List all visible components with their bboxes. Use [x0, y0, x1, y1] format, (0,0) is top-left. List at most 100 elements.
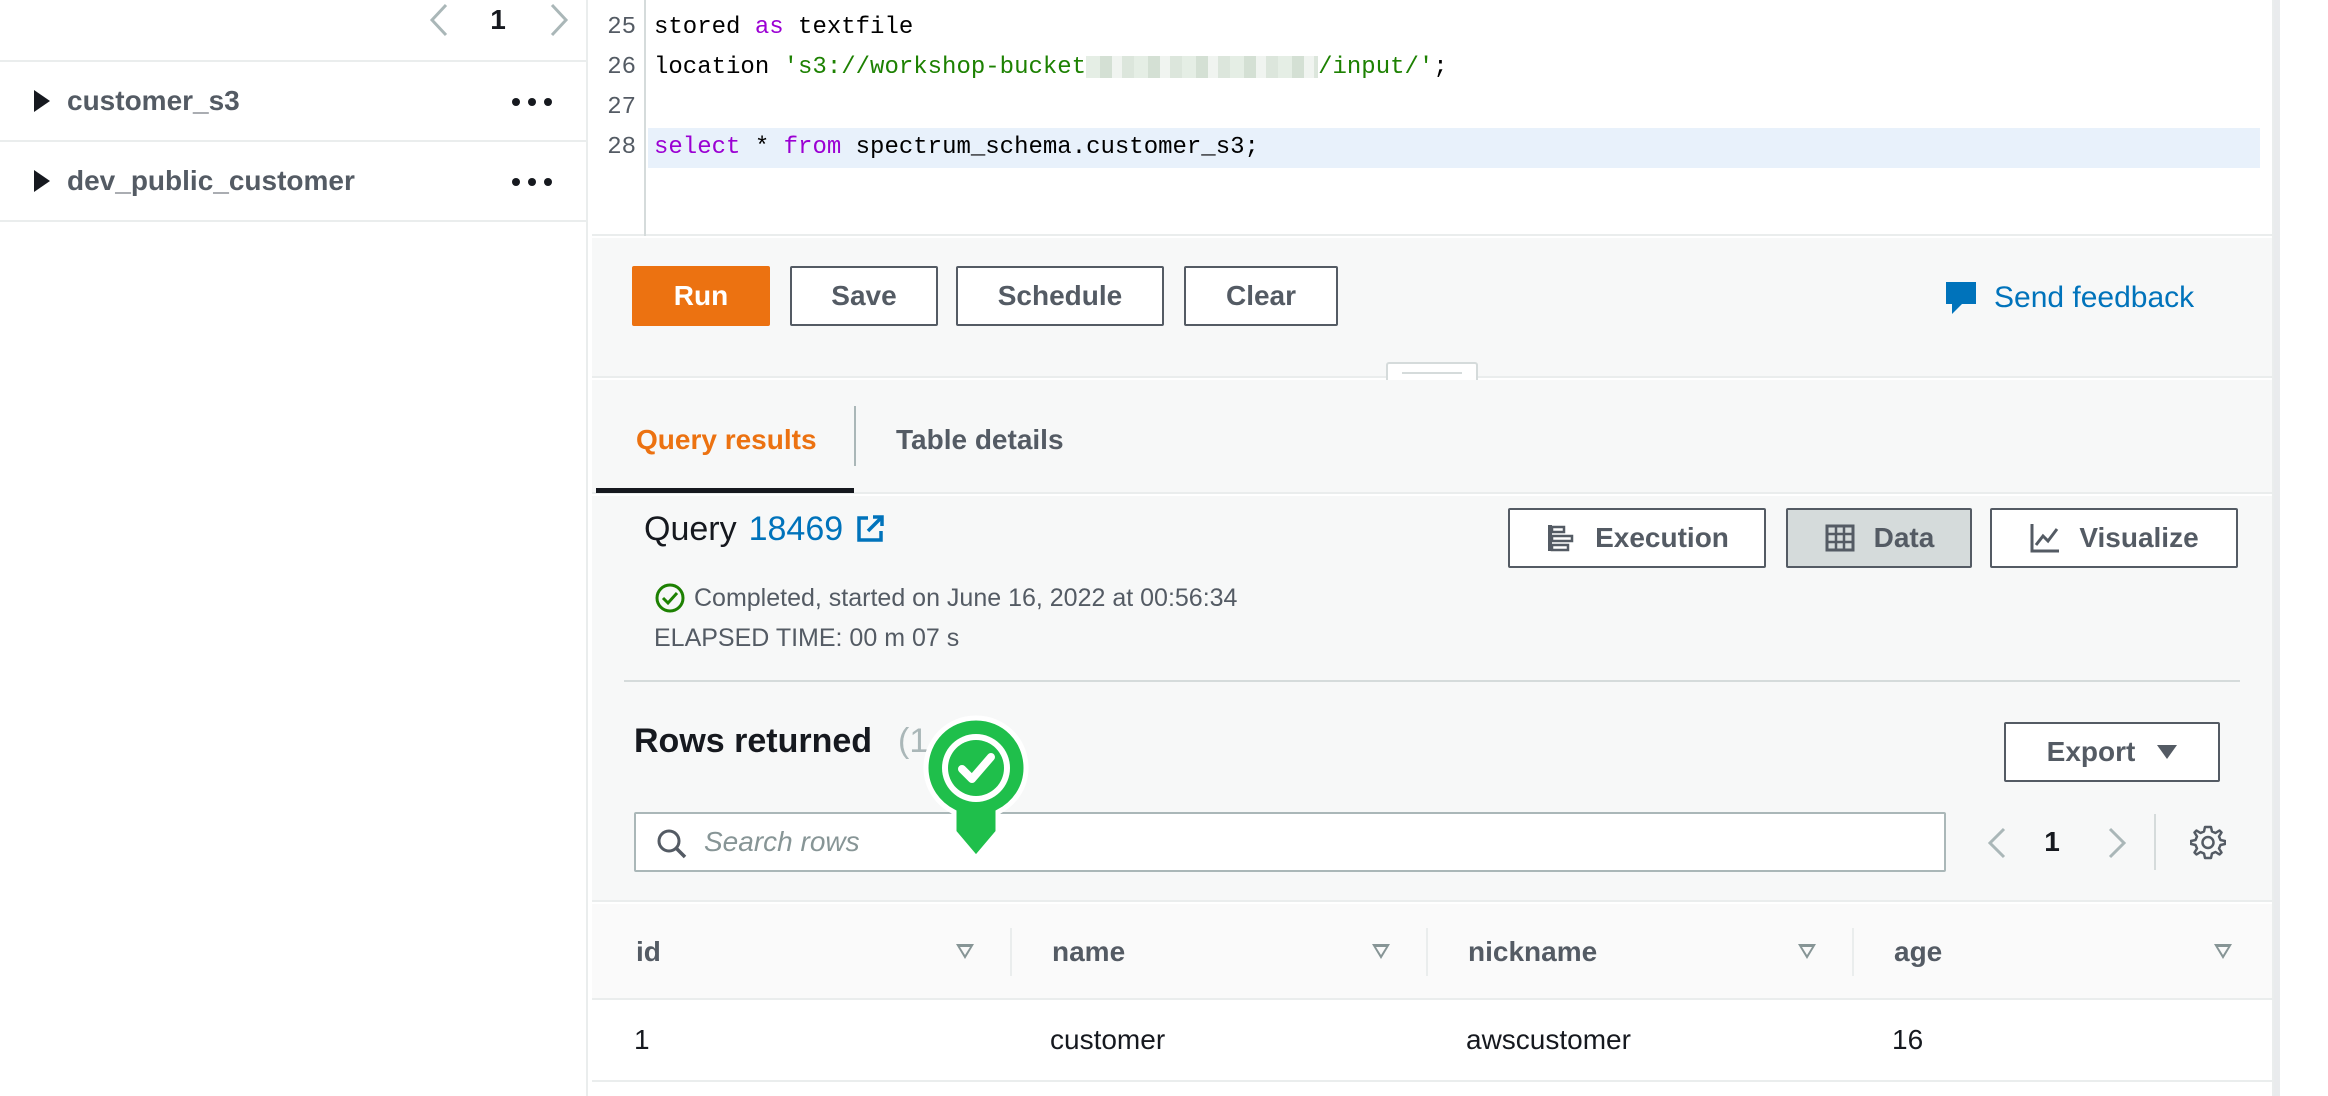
code-line[interactable]: 26 location 's3://workshop-bucket/input/'… — [592, 48, 2262, 88]
sql-text: spectrum_schema.customer_s3; — [841, 134, 1259, 161]
line-number: 28 — [607, 134, 636, 161]
line-number: 25 — [607, 14, 636, 41]
cell-age: 16 — [1892, 1024, 1924, 1055]
divider — [2154, 814, 2156, 870]
caret-right-icon[interactable] — [34, 170, 50, 192]
chevron-left-icon[interactable] — [1982, 826, 2012, 860]
settings-gear-icon[interactable] — [2190, 824, 2226, 860]
column-header-age[interactable]: age — [1894, 932, 1942, 972]
sql-text: * — [740, 134, 784, 161]
column-header-name[interactable]: name — [1052, 932, 1125, 972]
caret-right-icon[interactable] — [34, 90, 50, 112]
query-status-text: Completed, started on June 16, 2022 at 0… — [694, 583, 1238, 612]
sql-editor[interactable]: 25 stored as textfile 26 location 's3://wor… — [592, 0, 2272, 236]
column-resizer[interactable] — [1426, 928, 1428, 976]
query-summary: Query 18469 Completed, started on June 1… — [592, 496, 2272, 682]
sql-text: ; — [1433, 54, 1448, 81]
table-name[interactable]: customer_s3 — [67, 82, 240, 120]
search-rows-field[interactable] — [634, 812, 1946, 872]
search-rows-input[interactable] — [704, 822, 1924, 862]
visualize-view-button[interactable]: Visualize — [1990, 508, 2238, 568]
sidebar: 1 customer_s3 dev_public_customer — [0, 0, 588, 1096]
tab-table-details[interactable]: Table details — [896, 420, 1064, 460]
active-tab-underline — [596, 488, 854, 493]
chevron-left-icon[interactable] — [424, 2, 454, 38]
vertical-scrollbar[interactable] — [2272, 0, 2328, 1096]
cell-name: customer — [1050, 1024, 1166, 1055]
data-view-button[interactable]: Data — [1786, 508, 1972, 568]
results-table: id name nickname age 1 customer awscusto… — [592, 904, 2272, 1096]
sidebar-pager: 1 — [0, 0, 586, 62]
query-title-label: Query — [644, 510, 737, 548]
feedback-icon — [1946, 282, 1976, 314]
export-button[interactable]: Export — [2004, 722, 2220, 782]
visualize-label[interactable]: Visualize — [2079, 522, 2198, 554]
search-icon — [657, 829, 687, 859]
sort-icon[interactable] — [956, 944, 974, 959]
more-actions-icon[interactable] — [512, 86, 552, 118]
tab-divider — [854, 406, 856, 466]
sort-icon[interactable] — [1798, 944, 1816, 959]
execution-view-button[interactable]: Execution — [1508, 508, 1766, 568]
elapsed-time: ELAPSED TIME: 00 m 07 s — [654, 624, 960, 652]
sql-text: stored — [654, 14, 755, 41]
schedule-button[interactable]: Schedule — [956, 266, 1164, 326]
send-feedback-label[interactable]: Send feedback — [1994, 281, 2194, 315]
line-number: 27 — [607, 94, 636, 121]
scrollbar-track[interactable] — [2274, 0, 2280, 1096]
table-name[interactable]: dev_public_customer — [67, 162, 355, 200]
table-header: id name nickname age — [592, 904, 2272, 1000]
data-label[interactable]: Data — [1874, 522, 1935, 554]
chevron-right-icon[interactable] — [544, 2, 574, 38]
external-link-icon[interactable] — [855, 514, 885, 544]
sql-keyword: select — [654, 134, 741, 161]
column-resizer[interactable] — [1852, 928, 1854, 976]
results-tabs: Query results Table details — [592, 380, 2272, 494]
table-row[interactable]: 1 customer awscustomer 16 — [592, 1002, 2272, 1082]
sidebar-page-number[interactable]: 1 — [484, 2, 512, 38]
code-line[interactable]: 25 stored as textfile — [592, 8, 2262, 48]
column-resizer[interactable] — [1010, 928, 1012, 976]
more-actions-icon[interactable] — [512, 166, 552, 198]
cell-id: 1 — [634, 1024, 650, 1055]
line-chart-icon — [2030, 524, 2060, 553]
code-line[interactable]: 28 select * from spectrum_schema.customer… — [592, 128, 2262, 168]
code-text[interactable]: stored as textfile — [654, 8, 913, 48]
caret-down-icon — [2157, 745, 2178, 759]
success-marker-icon — [923, 715, 1029, 862]
sort-icon[interactable] — [1372, 944, 1390, 959]
column-header-id[interactable]: id — [636, 932, 661, 972]
code-line[interactable]: 27 — [592, 88, 2262, 128]
sql-text: location — [654, 54, 784, 81]
save-button[interactable]: Save — [790, 266, 938, 326]
sql-keyword: from — [783, 134, 842, 161]
sql-string: 's3://workshop-bucket — [783, 54, 1087, 81]
cell-nickname: awscustomer — [1466, 1024, 1631, 1055]
execution-icon — [1548, 525, 1574, 552]
redacted-text — [1086, 55, 1319, 78]
sql-string: /input/' — [1318, 54, 1434, 81]
clear-button[interactable]: Clear — [1184, 266, 1338, 326]
sidebar-item-customer-s3[interactable]: customer_s3 — [0, 62, 586, 142]
rows-page-number[interactable]: 1 — [2038, 824, 2066, 860]
sql-text: textfile — [783, 14, 914, 41]
query-id-link[interactable]: 18469 — [749, 506, 844, 552]
query-editor-main: 25 stored as textfile 26 location 's3://wor… — [592, 0, 2272, 1096]
chevron-right-icon[interactable] — [2102, 826, 2132, 860]
sidebar-item-dev-public-customer[interactable]: dev_public_customer — [0, 142, 586, 222]
query-title: Query 18469 — [644, 506, 885, 552]
tab-query-results[interactable]: Query results — [636, 420, 817, 460]
rows-returned-section: Rows returned (1 Export 1 — [592, 682, 2272, 902]
execution-label[interactable]: Execution — [1595, 522, 1729, 554]
code-text[interactable]: select * from spectrum_schema.customer_s… — [654, 128, 1259, 168]
query-status: Completed, started on June 16, 2022 at 0… — [654, 582, 1237, 614]
run-button[interactable]: Run — [632, 266, 770, 326]
success-check-icon — [655, 583, 685, 613]
export-label[interactable]: Export — [2047, 736, 2136, 768]
code-text[interactable]: location 's3://workshop-bucket/input/'; — [654, 48, 1448, 88]
editor-toolbar: Run Save Schedule Clear Send feedback — [592, 238, 2272, 384]
sort-icon[interactable] — [2214, 944, 2232, 959]
table-grid-icon — [1825, 524, 1855, 552]
send-feedback-link[interactable]: Send feedback — [1944, 280, 2194, 316]
column-header-nickname[interactable]: nickname — [1468, 932, 1597, 972]
